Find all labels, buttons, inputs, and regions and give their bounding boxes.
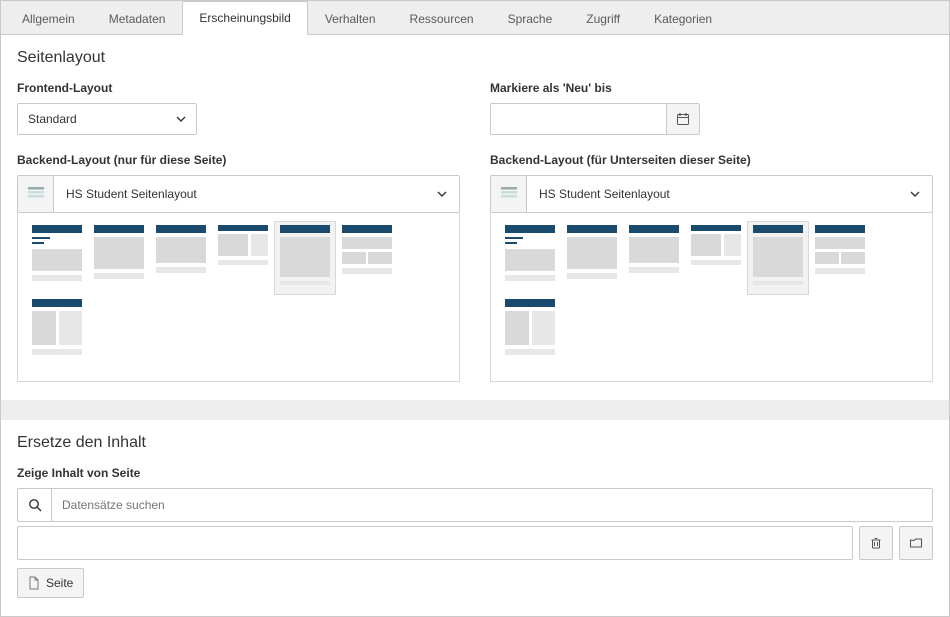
backend-this-label: Backend-Layout (nur für diese Seite) [17,153,460,167]
layout-thumb[interactable] [809,221,871,295]
search-icon [18,489,52,521]
datepicker-button[interactable] [666,103,700,135]
chevron-down-icon [898,189,932,199]
layout-thumb[interactable] [88,221,150,295]
mark-new-input[interactable] [490,103,666,135]
layout-thumb[interactable] [336,221,398,295]
replace-label: Zeige Inhalt von Seite [17,466,933,480]
layout-thumb[interactable] [499,221,561,295]
folder-icon [909,536,923,550]
backend-sub-thumbs [490,213,933,382]
frontend-layout-value: Standard [28,112,77,126]
backend-sub-value: HS Student Seitenlayout [527,187,898,201]
layout-icon [18,176,54,212]
backend-this-select[interactable]: HS Student Seitenlayout [17,175,460,213]
tab-appearance[interactable]: Erscheinungsbild [182,1,307,35]
layout-thumb[interactable] [150,221,212,295]
delete-button[interactable] [859,526,893,560]
section-title-layout: Seitenlayout [17,49,933,67]
backend-this-thumbs [17,213,460,382]
section-title-replace: Ersetze den Inhalt [17,434,933,452]
layout-thumb[interactable] [212,221,274,295]
tab-behaviour[interactable]: Verhalten [308,2,393,35]
frontend-layout-label: Frontend-Layout [17,81,460,95]
tab-resources[interactable]: Ressourcen [393,2,491,35]
backend-this-value: HS Student Seitenlayout [54,187,425,201]
mark-new-label: Markiere als 'Neu' bis [490,81,933,95]
calendar-icon [676,112,690,126]
tab-metadata[interactable]: Metadaten [92,2,183,35]
layout-thumb[interactable] [561,221,623,295]
tab-access[interactable]: Zugriff [569,2,637,35]
page-type-label: Seite [46,576,73,590]
layout-thumb[interactable] [499,295,561,369]
chevron-down-icon [176,114,186,124]
layout-thumb[interactable] [26,295,88,369]
layout-icon [491,176,527,212]
page-type-button[interactable]: Seite [17,568,84,598]
frontend-layout-select[interactable]: Standard [17,103,197,135]
tabs-bar: Allgemein Metadaten Erscheinungsbild Ver… [1,1,949,35]
tab-general[interactable]: Allgemein [5,2,92,35]
browse-button[interactable] [899,526,933,560]
layout-thumb[interactable] [623,221,685,295]
layout-thumb[interactable] [747,221,809,295]
tab-categories[interactable]: Kategorien [637,2,729,35]
layout-thumb[interactable] [26,221,88,295]
layout-thumb[interactable] [685,221,747,295]
layout-thumb[interactable] [274,221,336,295]
page-icon [28,576,40,590]
backend-sub-select[interactable]: HS Student Seitenlayout [490,175,933,213]
backend-sub-label: Backend-Layout (für Unterseiten dieser S… [490,153,933,167]
chevron-down-icon [425,189,459,199]
selected-record-box[interactable] [17,526,853,560]
tab-language[interactable]: Sprache [491,2,570,35]
record-search-input[interactable] [52,489,932,521]
trash-icon [869,536,883,550]
